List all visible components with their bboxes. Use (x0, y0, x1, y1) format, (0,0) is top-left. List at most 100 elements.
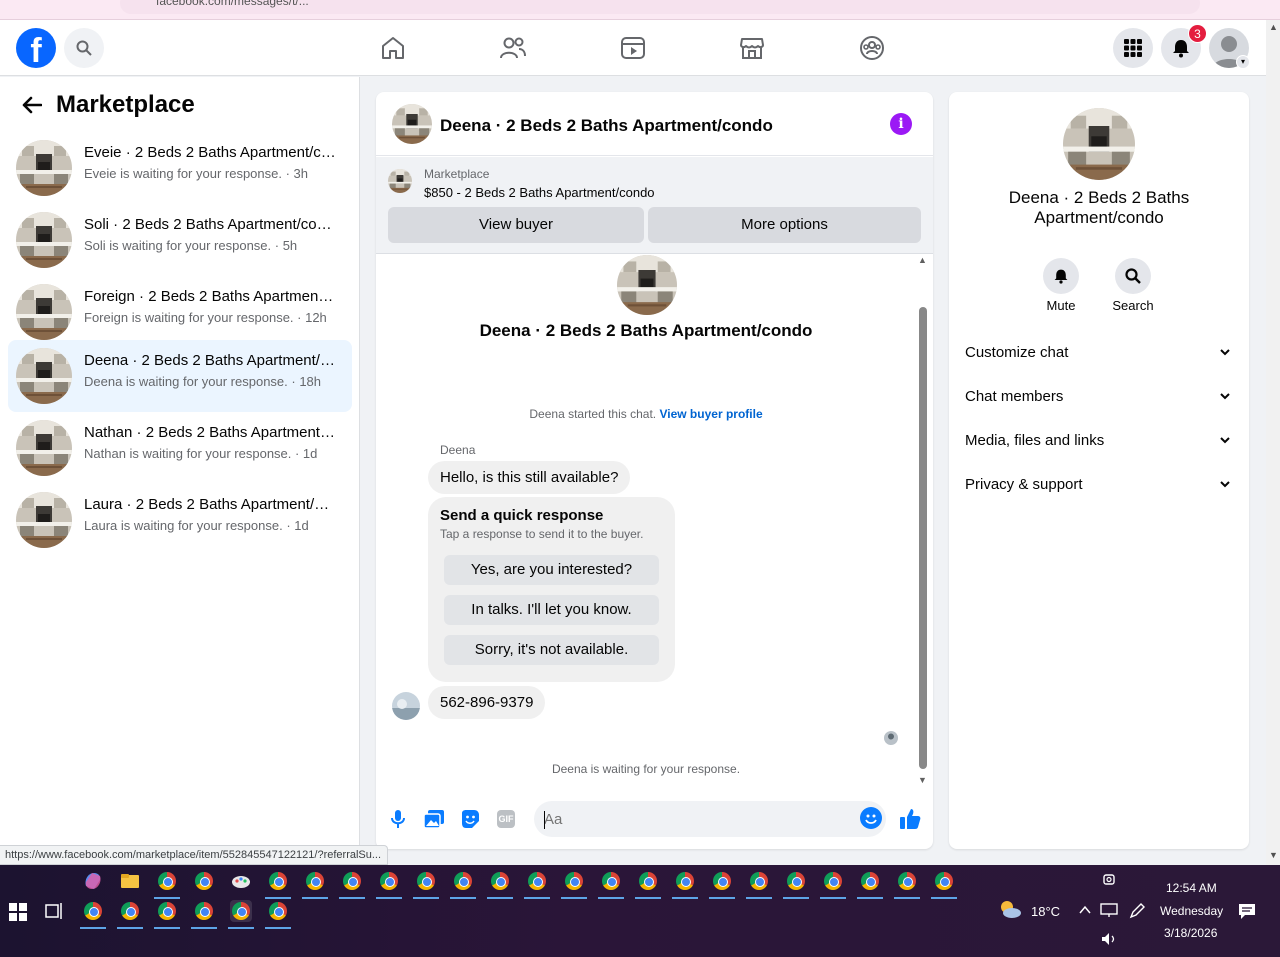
conversation-item[interactable]: Nathan · 2 Beds 2 Baths Apartment/condo … (8, 412, 352, 484)
details-listing-thumbnail[interactable] (1063, 108, 1135, 180)
windows-start-icon[interactable] (9, 903, 27, 921)
more-options-button[interactable]: More options (648, 207, 921, 243)
chrome-app-icon[interactable] (635, 870, 661, 899)
chrome-app-icon[interactable] (302, 870, 328, 899)
chrome-app-icon[interactable] (154, 900, 180, 929)
view-buyer-button[interactable]: View buyer (388, 207, 644, 243)
message-bubble[interactable]: 562-896-9379 (428, 686, 546, 719)
sender-avatar[interactable] (392, 692, 420, 720)
chrome-app-icon[interactable] (265, 870, 291, 899)
search-button[interactable] (64, 28, 104, 68)
volume-icon[interactable] (1100, 931, 1118, 952)
chrome-app-icon[interactable] (931, 870, 957, 899)
chrome-app-icon[interactable] (154, 870, 180, 899)
clock-time[interactable]: 12:54 AM (1166, 881, 1217, 895)
notification-center-icon[interactable] (1238, 902, 1256, 925)
photo-icon[interactable] (422, 807, 446, 831)
chat-members-row[interactable]: Chat members (957, 376, 1241, 420)
chrome-app-icon[interactable] (524, 870, 550, 899)
network-icon[interactable] (1100, 902, 1118, 923)
view-buyer-profile-link[interactable]: View buyer profile (659, 407, 762, 421)
chrome-app-icon[interactable] (413, 870, 439, 899)
temperature-text[interactable]: 18°C (1031, 904, 1060, 919)
quick-response-option[interactable]: Sorry, it's not available. (444, 635, 659, 665)
privacy-support-row[interactable]: Privacy & support (957, 464, 1241, 508)
scroll-down-arrow-icon[interactable]: ▼ (1269, 850, 1278, 860)
chrome-app-icon[interactable] (894, 870, 920, 899)
nav-groups[interactable] (856, 32, 888, 64)
account-chevron-icon[interactable]: ▾ (1236, 55, 1250, 69)
camera-tray-icon[interactable] (1102, 872, 1118, 893)
chrome-app-icon[interactable] (117, 900, 143, 929)
paint-app-icon[interactable] (230, 870, 252, 892)
chrome-app-icon[interactable] (191, 900, 217, 929)
conversation-item[interactable]: Foreign · 2 Beds 2 Baths Apartment/condo… (8, 276, 352, 348)
media-files-links-row[interactable]: Media, files and links (957, 420, 1241, 464)
chrome-app-icon[interactable] (450, 870, 476, 899)
clock-date[interactable]: 3/18/2026 (1164, 926, 1217, 940)
chrome-app-icon[interactable] (857, 870, 883, 899)
message-composer: GIF (376, 789, 933, 849)
nav-home[interactable] (377, 32, 409, 64)
bell-icon (1054, 269, 1068, 284)
thumbs-up-icon[interactable] (898, 807, 922, 831)
gif-icon[interactable]: GIF (494, 807, 518, 831)
search-conversation-button[interactable] (1115, 258, 1151, 294)
listing-price-title[interactable]: $850 - 2 Beds 2 Baths Apartment/condo (424, 185, 655, 200)
customize-chat-row[interactable]: Customize chat (957, 332, 1241, 376)
conversation-item-active[interactable]: Deena · 2 Beds 2 Baths Apartment/condo D… (8, 340, 352, 412)
chrome-app-icon[interactable] (487, 870, 513, 899)
back-button[interactable] (20, 93, 44, 117)
file-explorer-icon[interactable] (119, 870, 141, 892)
chrome-app-icon[interactable] (339, 870, 365, 899)
chrome-app-icon[interactable] (672, 870, 698, 899)
quick-response-option[interactable]: Yes, are you interested? (444, 555, 659, 585)
chevron-down-icon (1220, 393, 1230, 400)
scrollbar-thumb[interactable] (919, 307, 927, 769)
chrome-app-icon[interactable] (265, 900, 291, 929)
menu-button[interactable] (1113, 28, 1153, 68)
chat-listing-thumbnail[interactable] (392, 104, 432, 144)
chrome-app-icon[interactable] (709, 870, 735, 899)
chrome-app-icon[interactable] (820, 870, 846, 899)
chrome-app-icon[interactable] (193, 870, 215, 892)
nav-friends[interactable] (497, 32, 529, 64)
message-bubble[interactable]: Hello, is this still available? (428, 461, 631, 494)
chrome-app-icon[interactable] (80, 900, 106, 929)
weather-icon[interactable] (997, 898, 1023, 925)
pen-icon[interactable] (1128, 902, 1146, 925)
copilot-app-icon[interactable] (82, 870, 104, 892)
chrome-app-icon[interactable] (746, 870, 772, 899)
listing-thumbnail (16, 284, 72, 340)
chrome-app-icon-active[interactable] (228, 900, 254, 929)
chrome-app-icon[interactable] (376, 870, 402, 899)
sticker-icon[interactable] (458, 807, 482, 831)
message-input[interactable] (534, 801, 886, 837)
conversation-item[interactable]: Laura · 2 Beds 2 Baths Apartment/condo L… (8, 484, 352, 556)
quick-response-subtitle: Tap a response to send it to the buyer. (440, 527, 644, 541)
search-icon (76, 40, 92, 56)
microphone-icon[interactable] (386, 807, 410, 831)
facebook-logo[interactable]: f (16, 28, 56, 68)
chat-title[interactable]: Deena · 2 Beds 2 Baths Apartment/condo (440, 116, 773, 136)
nav-marketplace[interactable] (736, 32, 768, 64)
page-scrollbar[interactable]: ▲ ▼ (1266, 20, 1280, 865)
chevron-up-icon[interactable] (1078, 903, 1092, 920)
conversation-item[interactable]: Soli · 2 Beds 2 Baths Apartment/condo So… (8, 204, 352, 276)
info-icon[interactable]: i (890, 113, 912, 135)
thread-scrollbar[interactable]: ▲ ▼ (916, 255, 928, 789)
chrome-app-icon[interactable] (783, 870, 809, 899)
mute-button[interactable] (1043, 258, 1079, 294)
emoji-icon[interactable] (860, 807, 882, 829)
conversation-item[interactable]: Eveie · 2 Beds 2 Baths Apartment/condo E… (8, 132, 352, 204)
chrome-app-icon[interactable] (598, 870, 624, 899)
quick-response-option[interactable]: In talks. I'll let you know. (444, 595, 659, 625)
task-view-icon[interactable] (44, 901, 64, 926)
scroll-up-arrow-icon[interactable]: ▲ (918, 255, 927, 265)
scroll-up-arrow-icon[interactable]: ▲ (1269, 22, 1278, 32)
scroll-down-arrow-icon[interactable]: ▼ (918, 775, 927, 785)
chrome-app-icon[interactable] (561, 870, 587, 899)
clock-day[interactable]: Wednesday (1160, 904, 1223, 918)
nav-video[interactable] (617, 32, 649, 64)
notifications-button[interactable]: 3 (1161, 24, 1207, 68)
